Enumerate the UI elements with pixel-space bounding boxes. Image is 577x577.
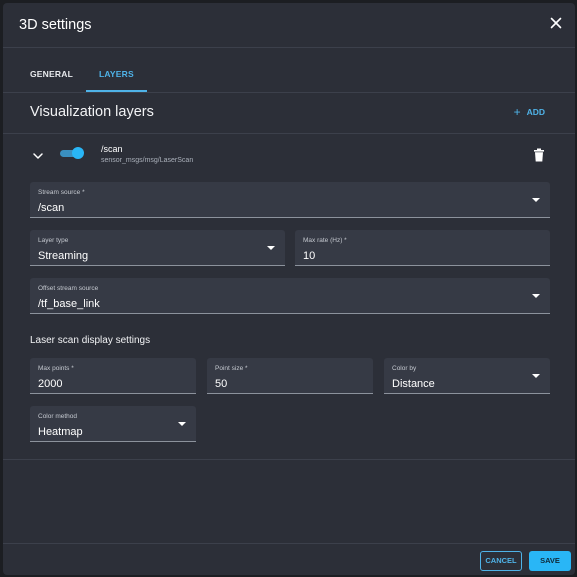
tab-bar: GENERAL LAYERS <box>17 63 147 92</box>
header-divider <box>3 47 575 48</box>
color-by-select[interactable]: Color by Distance <box>384 358 550 394</box>
layer-row: /scan sensor_msgs/msg/LaserScan <box>3 134 575 170</box>
max-points-label: Max points * <box>38 365 74 372</box>
tabs-divider <box>3 92 575 93</box>
color-method-select[interactable]: Color method Heatmap <box>30 406 196 442</box>
settings-dialog: 3D settings GENERAL LAYERS Visualization… <box>3 3 575 575</box>
stream-source-select[interactable]: Stream source * /scan <box>30 182 550 218</box>
color-method-label: Color method <box>38 413 78 420</box>
point-size-input[interactable]: Point size * 50 <box>207 358 373 394</box>
layer-type-value: Streaming <box>38 250 89 262</box>
trash-icon[interactable] <box>533 148 545 162</box>
color-method-value: Heatmap <box>38 426 83 438</box>
layer-type-label: Layer type <box>38 237 69 244</box>
layer-message-type: sensor_msgs/msg/LaserScan <box>101 157 194 164</box>
tab-general[interactable]: GENERAL <box>17 63 86 92</box>
max-rate-label: Max rate (Hz) * <box>303 237 347 244</box>
stream-source-value: /scan <box>38 202 65 214</box>
color-by-label: Color by <box>392 365 417 372</box>
content-divider <box>3 459 575 460</box>
offset-stream-source-value: /tf_base_link <box>38 298 100 310</box>
layer-name: /scan <box>101 144 123 154</box>
plus-icon: + <box>513 105 521 119</box>
max-points-input[interactable]: Max points * 2000 <box>30 358 196 394</box>
offset-stream-source-select[interactable]: Offset stream source /tf_base_link <box>30 278 550 314</box>
caret-down-icon <box>178 422 186 426</box>
point-size-value: 50 <box>215 378 228 390</box>
caret-down-icon <box>532 294 540 298</box>
cancel-button[interactable]: CANCEL <box>480 551 522 571</box>
offset-stream-source-label: Offset stream source <box>38 285 99 292</box>
point-size-label: Point size * <box>215 365 248 372</box>
close-icon[interactable] <box>547 14 565 32</box>
tab-layers[interactable]: LAYERS <box>85 63 147 92</box>
caret-down-icon <box>267 246 275 250</box>
layer-enabled-toggle[interactable] <box>60 147 84 159</box>
section-title: Visualization layers <box>30 104 154 120</box>
toggle-knob <box>72 147 84 159</box>
footer-divider <box>3 543 575 544</box>
color-by-value: Distance <box>392 378 435 390</box>
max-points-value: 2000 <box>38 378 63 390</box>
max-rate-input[interactable]: Max rate (Hz) * 10 <box>295 230 550 266</box>
add-layer-button[interactable]: + ADD <box>513 105 545 119</box>
add-layer-label: ADD <box>526 107 545 117</box>
laser-settings-title: Laser scan display settings <box>30 335 151 346</box>
stream-source-label: Stream source * <box>38 189 85 196</box>
dialog-header: 3D settings <box>3 3 575 47</box>
dialog-title: 3D settings <box>19 17 92 33</box>
max-rate-value: 10 <box>303 250 316 262</box>
caret-down-icon <box>532 374 540 378</box>
layer-type-select[interactable]: Layer type Streaming <box>30 230 285 266</box>
chevron-down-icon[interactable] <box>32 148 44 159</box>
caret-down-icon <box>532 198 540 202</box>
save-button[interactable]: SAVE <box>529 551 571 571</box>
